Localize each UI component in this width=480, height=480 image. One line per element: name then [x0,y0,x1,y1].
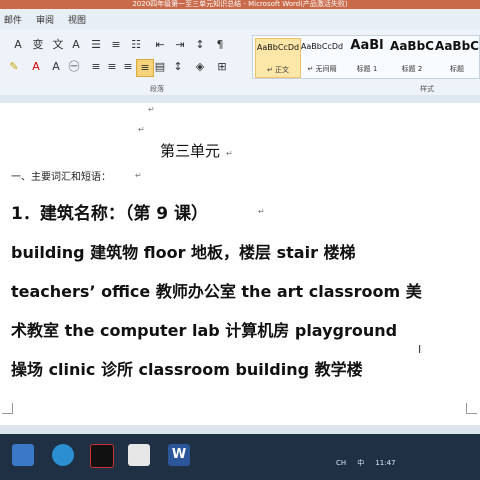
page-corner-mark [2,403,13,414]
style-no-spacing[interactable]: AaBbCcDd ↵ 无间隔 [300,38,344,76]
phonetic-icon[interactable]: 文 [50,37,66,53]
vocab-line: teachers’ office 教师办公室 the art classroom… [11,282,422,301]
browser-icon[interactable] [52,444,74,466]
vocab-line: 术教室 the computer lab 计算机房 playground [11,321,398,340]
style-sample: AaBbCcDd [256,43,300,52]
menu-item-mailings[interactable]: 邮件 [4,13,22,26]
clock[interactable]: 11:47 [375,459,395,467]
vocab-line: 操场 clinic 诊所 classroom building 教学楼 [11,360,363,379]
ribbon-row-2: ✎ A A ㊀ ≡ ≡ ≡ ≡ ▤ ↕ ◈ ⊞ [0,59,250,77]
style-name: 标题 [450,65,464,73]
shading-icon[interactable]: ◈ [192,59,208,75]
border-icon[interactable]: A [68,37,84,53]
lesson-title: 1．建筑名称：（第 9 课） [11,204,208,224]
align-center-icon[interactable]: ≡ [104,59,120,75]
page-gap [0,425,480,434]
video-app-icon[interactable] [90,444,114,468]
style-name: 标题 2 [401,65,423,73]
paragraph-mark-icon: ↵ [138,125,145,134]
highlight-icon[interactable]: ✎ [6,59,22,75]
ribbon: A 变 文 A ☰ ≡ ☷ ⇤ ⇥ ↕ ¶ ✎ A A ㊀ ≡ ≡ ≡ ≡ ▤ … [0,29,480,96]
char-shading-icon[interactable]: A [48,59,64,75]
style-sample: AaBl [350,38,384,53]
style-name: 标题 1 [356,65,378,73]
menu-item-view[interactable]: 视图 [68,13,86,26]
paragraph-mark-icon: ↵ [226,149,233,158]
style-name: ↵ 正文 [266,66,290,74]
document-heading: 第三单元 [160,142,221,160]
style-sample: AaBbC [435,39,479,53]
paragraph-group-label: 段落 [150,85,164,93]
bullets-icon[interactable]: ☰ [88,37,104,53]
numbering-icon[interactable]: ≡ [108,37,124,53]
style-sample: AaBbC [390,39,434,53]
style-heading-1[interactable]: AaBl 标题 1 [345,38,389,76]
text-cursor-icon: I [418,343,422,356]
system-tray: CH 中 11:47 [336,450,476,467]
distributed-icon[interactable]: ▤ [152,59,168,75]
page-corner-mark [466,403,477,414]
align-left-icon[interactable]: ≡ [88,59,104,75]
media-app-icon[interactable] [128,444,150,466]
taskbar: W CH 中 11:47 [0,434,480,480]
ime-indicator[interactable]: 中 [357,459,364,467]
styles-gallery: AaBbCcDd ↵ 正文 AaBbCcDd ↵ 无间隔 AaBl 标题 1 A… [252,35,480,79]
menu-bar: 邮件 审阅 视图 [0,9,480,30]
increase-indent-icon[interactable]: ⇥ [172,37,188,53]
ruler [0,95,480,103]
paragraph-mark-icon: ↵ [135,171,142,180]
word-app-icon[interactable]: W [168,444,190,466]
style-title[interactable]: AaBbC 标题 [435,38,479,76]
paragraph-mark-icon: ↵ [148,105,155,114]
language-indicator[interactable]: CH [336,459,346,467]
paragraph-mark-icon: ↵ [258,207,265,216]
line-spacing-icon[interactable]: ↕ [170,59,186,75]
decrease-indent-icon[interactable]: ⇤ [152,37,168,53]
style-name: ↵ 无间隔 [307,65,337,73]
start-menu-icon[interactable] [12,444,34,466]
document-page[interactable]: ↵ ↵ 第三单元 ↵ 一、主要词汇和短语： ↵ 1．建筑名称：（第 9 课） ↵… [0,103,480,425]
font-color-icon[interactable]: A [28,59,44,75]
align-right-icon[interactable]: ≡ [120,59,136,75]
font-size-increase-icon[interactable]: A [10,37,26,53]
borders-icon[interactable]: ⊞ [214,59,230,75]
clear-format-icon[interactable]: 变 [30,37,46,53]
window-title: 2020四年级第一至三单元知识总结 - Microsoft Word(产品激活失… [0,0,480,9]
style-normal[interactable]: AaBbCcDd ↵ 正文 [255,38,301,78]
ribbon-row-1: A 变 文 A ☰ ≡ ☷ ⇤ ⇥ ↕ ¶ [0,37,250,55]
style-sample: AaBbCcDd [300,42,344,51]
document-subheading: 一、主要词汇和短语： [11,172,111,183]
sort-icon[interactable]: ↕ [192,37,208,53]
styles-group-label: 样式 [420,85,434,93]
show-marks-icon[interactable]: ¶ [212,37,228,53]
multilevel-list-icon[interactable]: ☷ [128,37,144,53]
menu-item-review[interactable]: 审阅 [36,13,54,26]
vocab-line: building 建筑物 floor 地板，楼层 stair 楼梯 [11,243,356,262]
style-heading-2[interactable]: AaBbC 标题 2 [390,38,434,76]
enclose-char-icon[interactable]: ㊀ [66,59,82,75]
